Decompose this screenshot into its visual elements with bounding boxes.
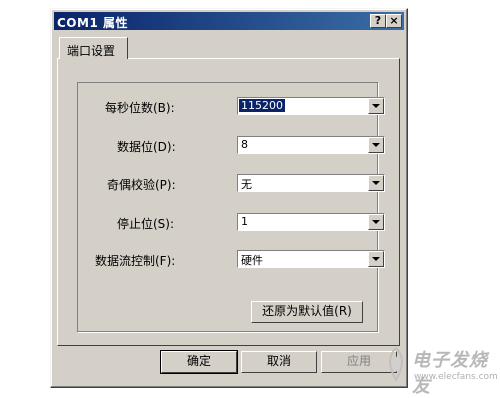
tab-port-settings[interactable]: 端口设置	[59, 37, 128, 59]
chevron-down-icon[interactable]	[368, 214, 384, 230]
ok-button[interactable]: 确定	[160, 350, 238, 374]
chevron-down-icon[interactable]	[368, 175, 384, 191]
baud-rate-value: 115200	[239, 99, 285, 112]
chevron-down-icon[interactable]	[368, 98, 384, 114]
data-bits-label: 数据位(D):	[117, 140, 176, 154]
data-bits-select[interactable]: 8	[237, 136, 385, 154]
stop-bits-label: 停止位(S):	[117, 217, 175, 231]
flow-control-select[interactable]: 硬件	[237, 250, 385, 268]
watermark-url: www.elecfans.com	[414, 372, 498, 382]
parity-select[interactable]: 无	[237, 174, 385, 192]
flow-control-value: 硬件	[241, 254, 263, 267]
data-bits-value: 8	[241, 138, 248, 151]
settings-group	[77, 82, 378, 332]
watermark: 电子发烧友 www.elecfans.com	[380, 340, 500, 397]
close-button[interactable]: ×	[386, 14, 402, 28]
restore-defaults-button[interactable]: 还原为默认值(R)	[251, 301, 363, 323]
title-bar[interactable]: COM1 属性 ? ×	[54, 12, 404, 30]
dialog-window: COM1 属性 ? × 端口设置 每秒位数(B): 115200 数据位(D):…	[50, 8, 408, 388]
stop-bits-value: 1	[241, 215, 248, 228]
parity-label: 奇偶校验(P):	[107, 178, 176, 192]
baud-rate-select[interactable]: 115200	[237, 97, 385, 115]
cancel-button[interactable]: 取消	[241, 351, 317, 373]
watermark-logo-icon	[389, 346, 403, 382]
window-title: COM1 属性	[57, 16, 128, 30]
baud-rate-label: 每秒位数(B):	[105, 101, 175, 115]
parity-value: 无	[241, 178, 252, 191]
chevron-down-icon[interactable]	[368, 251, 384, 267]
flow-control-label: 数据流控制(F):	[95, 254, 176, 268]
chevron-down-icon[interactable]	[368, 137, 384, 153]
stop-bits-select[interactable]: 1	[237, 213, 385, 231]
help-button[interactable]: ?	[370, 14, 386, 28]
tab-label: 端口设置	[67, 44, 116, 58]
